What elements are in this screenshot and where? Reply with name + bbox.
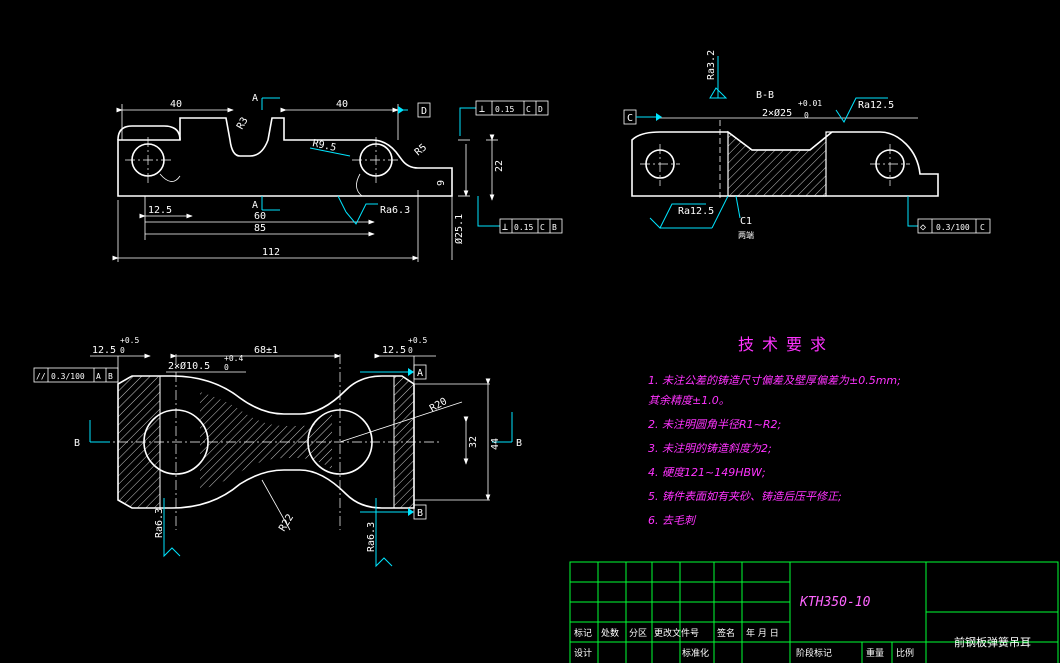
svg-text:0.15: 0.15 <box>495 105 514 114</box>
roughness-ra12-5-top: Ra12.5 <box>858 100 894 111</box>
dim-22: 22 <box>494 160 505 172</box>
title-block: KTH350-10 前钢板弹簧吊耳 标记 处数 分区 更改文件号 签名 年 月 … <box>569 561 1059 663</box>
svg-text:B: B <box>108 372 113 381</box>
datum-d: D <box>421 106 427 117</box>
plan-dim-12-5-left: 12.5 <box>92 345 116 356</box>
part-name: 前钢板弹簧吊耳 <box>954 635 1031 649</box>
plan-tol-right-upper: +0.5 <box>408 336 427 345</box>
fcf-flatness: ◇ 0.3/100 C <box>907 196 991 234</box>
plan-tol-left-upper: +0.5 <box>120 336 139 345</box>
requirement-4: 4. 硬度121~149HBW; <box>648 466 766 479</box>
plan-dim-center: 68±1 <box>254 345 278 356</box>
dim-r3: R3 <box>235 116 251 132</box>
plan-datum-b: B <box>417 508 423 519</box>
plan-roughness-left: Ra6.3 <box>154 508 165 538</box>
svg-text://: // <box>36 372 46 381</box>
svg-text:0.3/100: 0.3/100 <box>936 223 970 232</box>
plan-tol-left-lower: 0 <box>120 346 125 355</box>
requirement-3: 3. 未注明的铸造斜度为2; <box>648 442 772 455</box>
weight-label: 重量 <box>866 647 884 659</box>
plan-dim-44: 44 <box>490 438 501 450</box>
design-label: 设计 <box>574 647 592 659</box>
plan-view: 12.5 +0.5 0 68±1 12.5 +0.5 0 2×Ø10.5 +0.… <box>33 336 522 568</box>
svg-text:更改文件号: 更改文件号 <box>654 627 699 639</box>
section-mark-a-top: A <box>252 93 258 104</box>
plan-roughness-right: Ra6.3 <box>366 522 377 552</box>
front-view: 40 40 12.5 60 85 112 A A R3 R9.5 R5 22 9 <box>112 93 563 262</box>
stage-label: 阶段标记 <box>796 647 832 659</box>
dim-12-5: 12.5 <box>148 205 172 216</box>
requirement-1b: 其余精度±1.0。 <box>648 394 730 407</box>
plan-section-b-left: B <box>74 438 80 449</box>
dim-r5: R5 <box>413 142 429 158</box>
roughness-ra12-5-left: Ra12.5 <box>678 206 714 217</box>
svg-text:年 月 日: 年 月 日 <box>746 627 779 639</box>
cad-drawing: 40 40 12.5 60 85 112 A A R3 R9.5 R5 22 9 <box>33 50 1059 663</box>
svg-text:A: A <box>96 372 101 381</box>
section-view-bb: B-B 2×Ø25 +0.01 0 Ra3.2 Ra12.5 C Ra12.5 … <box>623 50 991 240</box>
fcf-perpendicularity-bottom: ⊥ 0.15 C B <box>477 196 563 234</box>
plan-tol-right-lower: 0 <box>408 346 413 355</box>
dim-85: 85 <box>254 223 266 234</box>
section-holes: 2×Ø25 <box>762 107 792 119</box>
fcf-perpendicularity-top: ⊥ 0.15 C D <box>459 100 549 136</box>
dim-9: 9 <box>436 180 447 186</box>
roughness-ra3-2: Ra3.2 <box>706 50 717 80</box>
dim-60: 60 <box>254 211 266 222</box>
dim-phi: Ø25.1 <box>453 214 465 244</box>
requirement-5: 5. 铸件表面如有夹砂、铸造后压平修正; <box>648 490 842 503</box>
svg-text:⊥: ⊥ <box>479 104 485 115</box>
svg-text:B: B <box>552 223 557 232</box>
chamfer-note: 两端 <box>738 230 754 240</box>
dim-40-right: 40 <box>336 99 348 110</box>
plan-hatch-web <box>200 392 332 490</box>
requirement-1: 1. 未注公差的铸造尺寸偏差及壁厚偏差为±0.5mm; <box>648 374 901 387</box>
part-code: KTH350-10 <box>799 595 871 610</box>
plan-holes-tol-lower: 0 <box>224 363 229 372</box>
svg-text:D: D <box>538 105 543 114</box>
plan-datum-a: A <box>417 368 423 379</box>
dim-112: 112 <box>262 247 280 258</box>
requirements-title: 技术要求 <box>738 335 834 354</box>
section-mark-a-bottom: A <box>252 200 258 211</box>
dim-40-left: 40 <box>170 99 182 110</box>
scale-label: 比例 <box>896 647 914 659</box>
svg-text:⊥: ⊥ <box>502 222 508 233</box>
technical-requirements: 技术要求 1. 未注公差的铸造尺寸偏差及壁厚偏差为±0.5mm; 其余精度±1.… <box>648 335 901 527</box>
svg-text:C: C <box>526 105 531 114</box>
svg-text:0.15: 0.15 <box>514 223 533 232</box>
plan-dim-32: 32 <box>468 436 479 448</box>
svg-text:签名: 签名 <box>717 627 735 639</box>
section-tol-lower: 0 <box>804 111 809 120</box>
section-title-bb: B-B <box>756 90 774 101</box>
plan-dim-r22: R22 <box>277 512 296 533</box>
chamfer-c1: C1 <box>740 216 752 227</box>
section-tol-upper: +0.01 <box>798 99 822 108</box>
svg-text:标记: 标记 <box>574 627 592 639</box>
requirement-2: 2. 未注明圆角半径R1~R2; <box>648 418 781 431</box>
fcf-parallelism: // 0.3/100 A B <box>33 367 119 383</box>
plan-dim-12-5-right: 12.5 <box>382 345 406 356</box>
datum-c: C <box>627 113 633 124</box>
svg-text:处数: 处数 <box>601 627 619 639</box>
plan-section-b-right: B <box>516 438 522 449</box>
requirement-6: 6. 去毛刺 <box>648 514 697 527</box>
front-view-outline <box>117 117 453 197</box>
svg-text:C: C <box>540 223 545 232</box>
svg-text:C: C <box>980 223 985 232</box>
svg-text:0.3/100: 0.3/100 <box>51 372 85 381</box>
plan-holes: 2×Ø10.5 <box>168 360 210 372</box>
svg-text:分区: 分区 <box>629 628 647 639</box>
roughness-ra6-3: Ra6.3 <box>380 205 410 216</box>
plan-dim-r20: R20 <box>428 396 449 415</box>
plan-holes-tol-upper: +0.4 <box>224 354 243 363</box>
standard-label: 标准化 <box>682 647 709 659</box>
section-hatch <box>727 130 834 197</box>
svg-text:◇: ◇ <box>920 222 926 233</box>
